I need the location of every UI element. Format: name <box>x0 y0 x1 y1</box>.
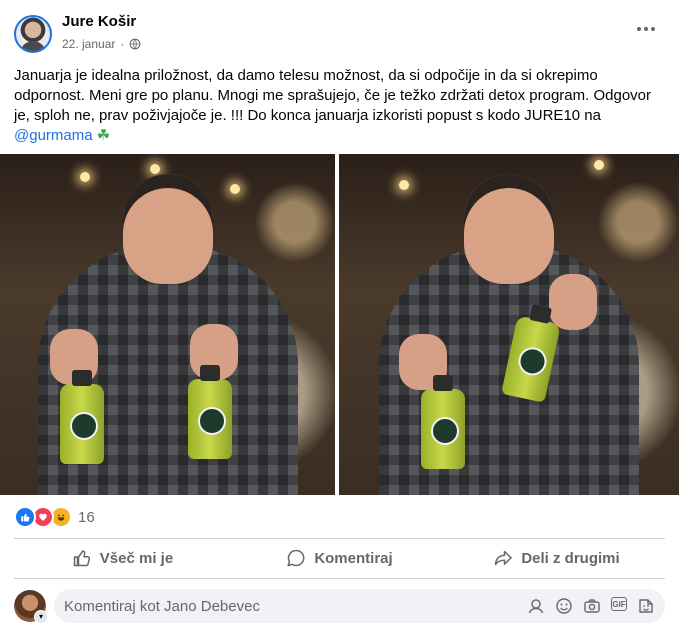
comment-label: Komentiraj <box>314 549 393 567</box>
post-photo-2[interactable] <box>339 154 679 495</box>
mention-link[interactable]: @gurmama <box>14 127 93 144</box>
comment-tools: GIF <box>527 597 665 615</box>
post-actions: Všeč mi je Komentiraj Deli z drugimi <box>14 542 665 574</box>
comment-button[interactable]: Komentiraj <box>231 542 448 574</box>
speech-bubble-icon <box>287 549 305 567</box>
share-button[interactable]: Deli z drugimi <box>448 542 665 574</box>
divider <box>14 578 665 579</box>
globe-icon[interactable] <box>129 38 141 50</box>
emoji-icon[interactable] <box>555 597 573 615</box>
sticker-icon[interactable] <box>637 597 655 615</box>
author-name[interactable]: Jure Košir <box>62 13 136 30</box>
author-avatar[interactable] <box>14 15 52 53</box>
clover-emoji: ☘ <box>96 127 111 144</box>
more-horizontal-icon <box>637 27 641 31</box>
post-text-main: Januarja je idealna priložnost, da damo … <box>14 67 652 124</box>
share-label: Deli z drugimi <box>521 549 620 567</box>
post-meta: 22. januar · <box>62 37 141 51</box>
reactions-summary[interactable]: 16 <box>14 506 95 528</box>
avatar-figure <box>20 41 46 51</box>
like-label: Všeč mi je <box>99 549 174 567</box>
post-date[interactable]: 22. januar <box>62 37 115 51</box>
avatar-sticker-icon[interactable] <box>527 597 545 615</box>
person-head <box>464 174 554 284</box>
comment-composer: GIF <box>54 588 665 624</box>
thumbs-up-icon <box>73 550 90 567</box>
juice-bottle <box>60 370 104 464</box>
share-arrow-icon <box>495 550 513 566</box>
post-photo-1[interactable] <box>0 154 335 495</box>
post-card: Jure Košir 22. januar · Januarja je idea… <box>0 0 679 631</box>
camera-icon[interactable] <box>583 597 601 615</box>
comment-input[interactable] <box>54 588 527 624</box>
juice-bottle <box>421 375 465 469</box>
divider <box>14 538 665 539</box>
gif-icon[interactable]: GIF <box>611 597 627 611</box>
like-button[interactable]: Všeč mi je <box>14 542 231 574</box>
person-head <box>122 174 213 284</box>
more-options-button[interactable] <box>635 22 657 36</box>
chevron-down-icon[interactable]: ▾ <box>34 610 48 624</box>
post-text: Januarja je idealna priložnost, da damo … <box>14 66 664 146</box>
juice-bottle <box>188 365 232 459</box>
meta-separator: · <box>120 37 125 51</box>
reaction-count[interactable]: 16 <box>78 509 95 526</box>
like-reaction-icon <box>14 506 36 528</box>
